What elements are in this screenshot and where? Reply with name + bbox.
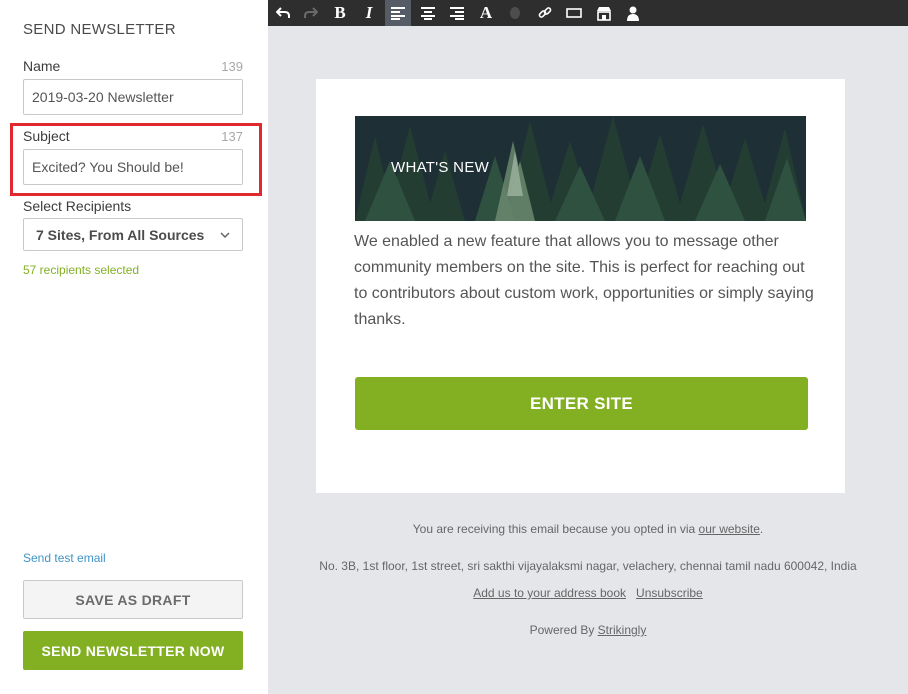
send-test-email-link[interactable]: Send test email [23,551,106,565]
name-input-value: 2019-03-20 Newsletter [32,89,174,105]
save-draft-button[interactable]: SAVE AS DRAFT [23,580,243,619]
color-icon[interactable] [502,0,528,26]
send-newsletter-button[interactable]: SEND NEWSLETTER NOW [23,631,243,670]
recipients-select-value: 7 Sites, From All Sources [36,226,205,243]
unsubscribe-link[interactable]: Unsubscribe [636,586,703,600]
editor-toolbar: B I A [268,0,908,26]
name-char-count: 139 [221,59,243,74]
address-book-link[interactable]: Add us to your address book [473,586,626,600]
banner-image[interactable]: WHAT'S NEW [355,116,806,221]
powered-by-text: Powered By [529,623,595,637]
bold-icon[interactable]: B [327,0,353,26]
footer-address: No. 3B, 1st floor, 1st street, sri sakth… [319,559,857,573]
recipients-select[interactable]: 7 Sites, From All Sources [23,218,243,251]
store-icon[interactable] [591,0,617,26]
subject-input-value: Excited? You Should be! [32,159,184,175]
name-input[interactable]: 2019-03-20 Newsletter [23,79,243,115]
align-center-icon[interactable] [415,0,441,26]
button-icon[interactable] [561,0,587,26]
subject-label: Subject [23,128,70,144]
redo-icon[interactable] [298,0,324,26]
italic-icon[interactable]: I [356,0,382,26]
subject-char-count: 137 [221,129,243,144]
panel-title: SEND NEWSLETTER [23,21,176,38]
footer-notice-period: . [759,522,764,536]
align-right-icon[interactable] [444,0,470,26]
footer-notice-text: You are receiving this email because you… [412,522,696,536]
strikingly-link[interactable]: Strikingly [598,623,647,637]
enter-site-button[interactable]: ENTER SITE [355,377,808,430]
font-icon[interactable]: A [473,0,499,26]
footer-notice: You are receiving this email because you… [268,522,908,536]
chevron-down-icon [220,231,230,238]
align-left-icon[interactable] [385,0,411,26]
subject-input[interactable]: Excited? You Should be! [23,149,243,185]
recipients-label: Select Recipients [23,198,132,214]
link-icon[interactable] [532,0,558,26]
footer-powered: Powered By Strikingly [268,623,908,637]
email-editor-canvas: WHAT'S NEW We enabled a new feature that… [268,26,908,694]
email-card: WHAT'S NEW We enabled a new feature that… [316,79,845,493]
undo-icon[interactable] [270,0,296,26]
banner-text: WHAT'S NEW [391,159,490,176]
newsletter-sidebar: SEND NEWSLETTER Name 139 2019-03-20 News… [0,0,268,694]
email-body-text[interactable]: We enabled a new feature that allows you… [354,229,814,333]
footer-links: Add us to your address book Unsubscribe [268,586,908,600]
user-icon[interactable] [620,0,646,26]
our-website-link[interactable]: our website [699,522,760,536]
name-label: Name [23,58,61,74]
recipients-count: 57 recipients selected [23,263,140,277]
app-root: SEND NEWSLETTER Name 139 2019-03-20 News… [0,0,908,694]
